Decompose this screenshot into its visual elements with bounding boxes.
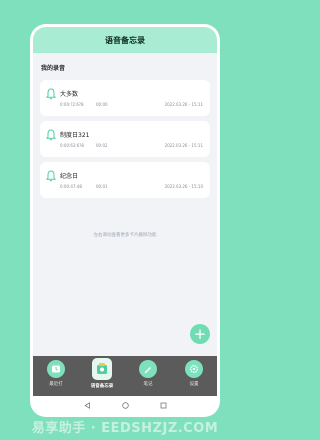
recording-date: 2022.03.26 - 15:10 bbox=[164, 184, 203, 189]
recording-date: 2022.03.26 - 15:11 bbox=[164, 102, 203, 107]
clock-icon bbox=[47, 360, 65, 378]
recording-raw-duration: 0:00:?2:6?8 bbox=[60, 102, 84, 107]
recording-card[interactable]: 纪念日 0:00:47:48 00:01 2022.03.26 - 15:10 bbox=[40, 162, 210, 198]
recorder-icon bbox=[92, 358, 112, 380]
tab-label: 笔记 bbox=[143, 382, 153, 387]
recording-card[interactable]: 制度日321 0:00:63:6?8 00:02 2022.03.26 - 15… bbox=[40, 121, 210, 157]
recording-raw-duration: 0:00:63:6?8 bbox=[60, 143, 84, 148]
recording-duration: 00:02 bbox=[96, 143, 108, 148]
section-title: 我的录音 bbox=[41, 65, 66, 72]
home-icon[interactable] bbox=[121, 401, 129, 409]
tab-notes[interactable]: 笔记 bbox=[129, 360, 167, 387]
recording-date: 2022.03.26 - 15:11 bbox=[164, 143, 203, 148]
phone-frame: 语音备忘录 我的录音 大多数 0:00:?2:6?8 00:00 2022.03… bbox=[30, 24, 220, 417]
page-title: 语音备忘录 bbox=[105, 35, 145, 45]
swipe-hint: 左右滑动查看更多卡片删除功能 bbox=[93, 233, 157, 238]
app-header: 语音备忘录 bbox=[33, 27, 217, 53]
app-screen: 语音备忘录 我的录音 大多数 0:00:?2:6?8 00:00 2022.03… bbox=[33, 27, 217, 414]
tab-label: 语音备忘录 bbox=[90, 384, 114, 389]
recording-card[interactable]: 大多数 0:00:?2:6?8 00:00 2022.03.26 - 15:11 bbox=[40, 80, 210, 116]
pen-icon bbox=[139, 360, 157, 378]
recording-name: 制度日321 bbox=[60, 132, 90, 139]
recents-icon[interactable] bbox=[159, 401, 167, 409]
add-recording-button[interactable]: + bbox=[190, 324, 210, 344]
watermark-text: 易享助手 · EEDSHZJZ.COM bbox=[31, 421, 219, 436]
bell-icon bbox=[46, 129, 56, 141]
back-icon[interactable] bbox=[83, 401, 91, 409]
system-nav-bar bbox=[33, 396, 217, 414]
recording-duration: 00:01 bbox=[96, 184, 108, 189]
tab-label: 最近打 bbox=[49, 382, 63, 387]
gear-icon bbox=[185, 360, 203, 378]
tab-label: 设置 bbox=[189, 382, 199, 387]
tab-settings[interactable]: 设置 bbox=[175, 360, 213, 387]
recording-name: 大多数 bbox=[60, 91, 79, 98]
tab-voice-memo[interactable]: 语音备忘录 bbox=[83, 358, 121, 389]
tab-recent[interactable]: 最近打 bbox=[37, 360, 75, 387]
bell-icon bbox=[46, 88, 56, 100]
bell-icon bbox=[46, 170, 56, 182]
bottom-tab-bar: 最近打 语音备忘录 笔记 设置 bbox=[33, 356, 217, 396]
recording-raw-duration: 0:00:47:48 bbox=[60, 184, 82, 189]
recording-duration: 00:00 bbox=[96, 102, 108, 107]
recording-name: 纪念日 bbox=[60, 173, 79, 180]
